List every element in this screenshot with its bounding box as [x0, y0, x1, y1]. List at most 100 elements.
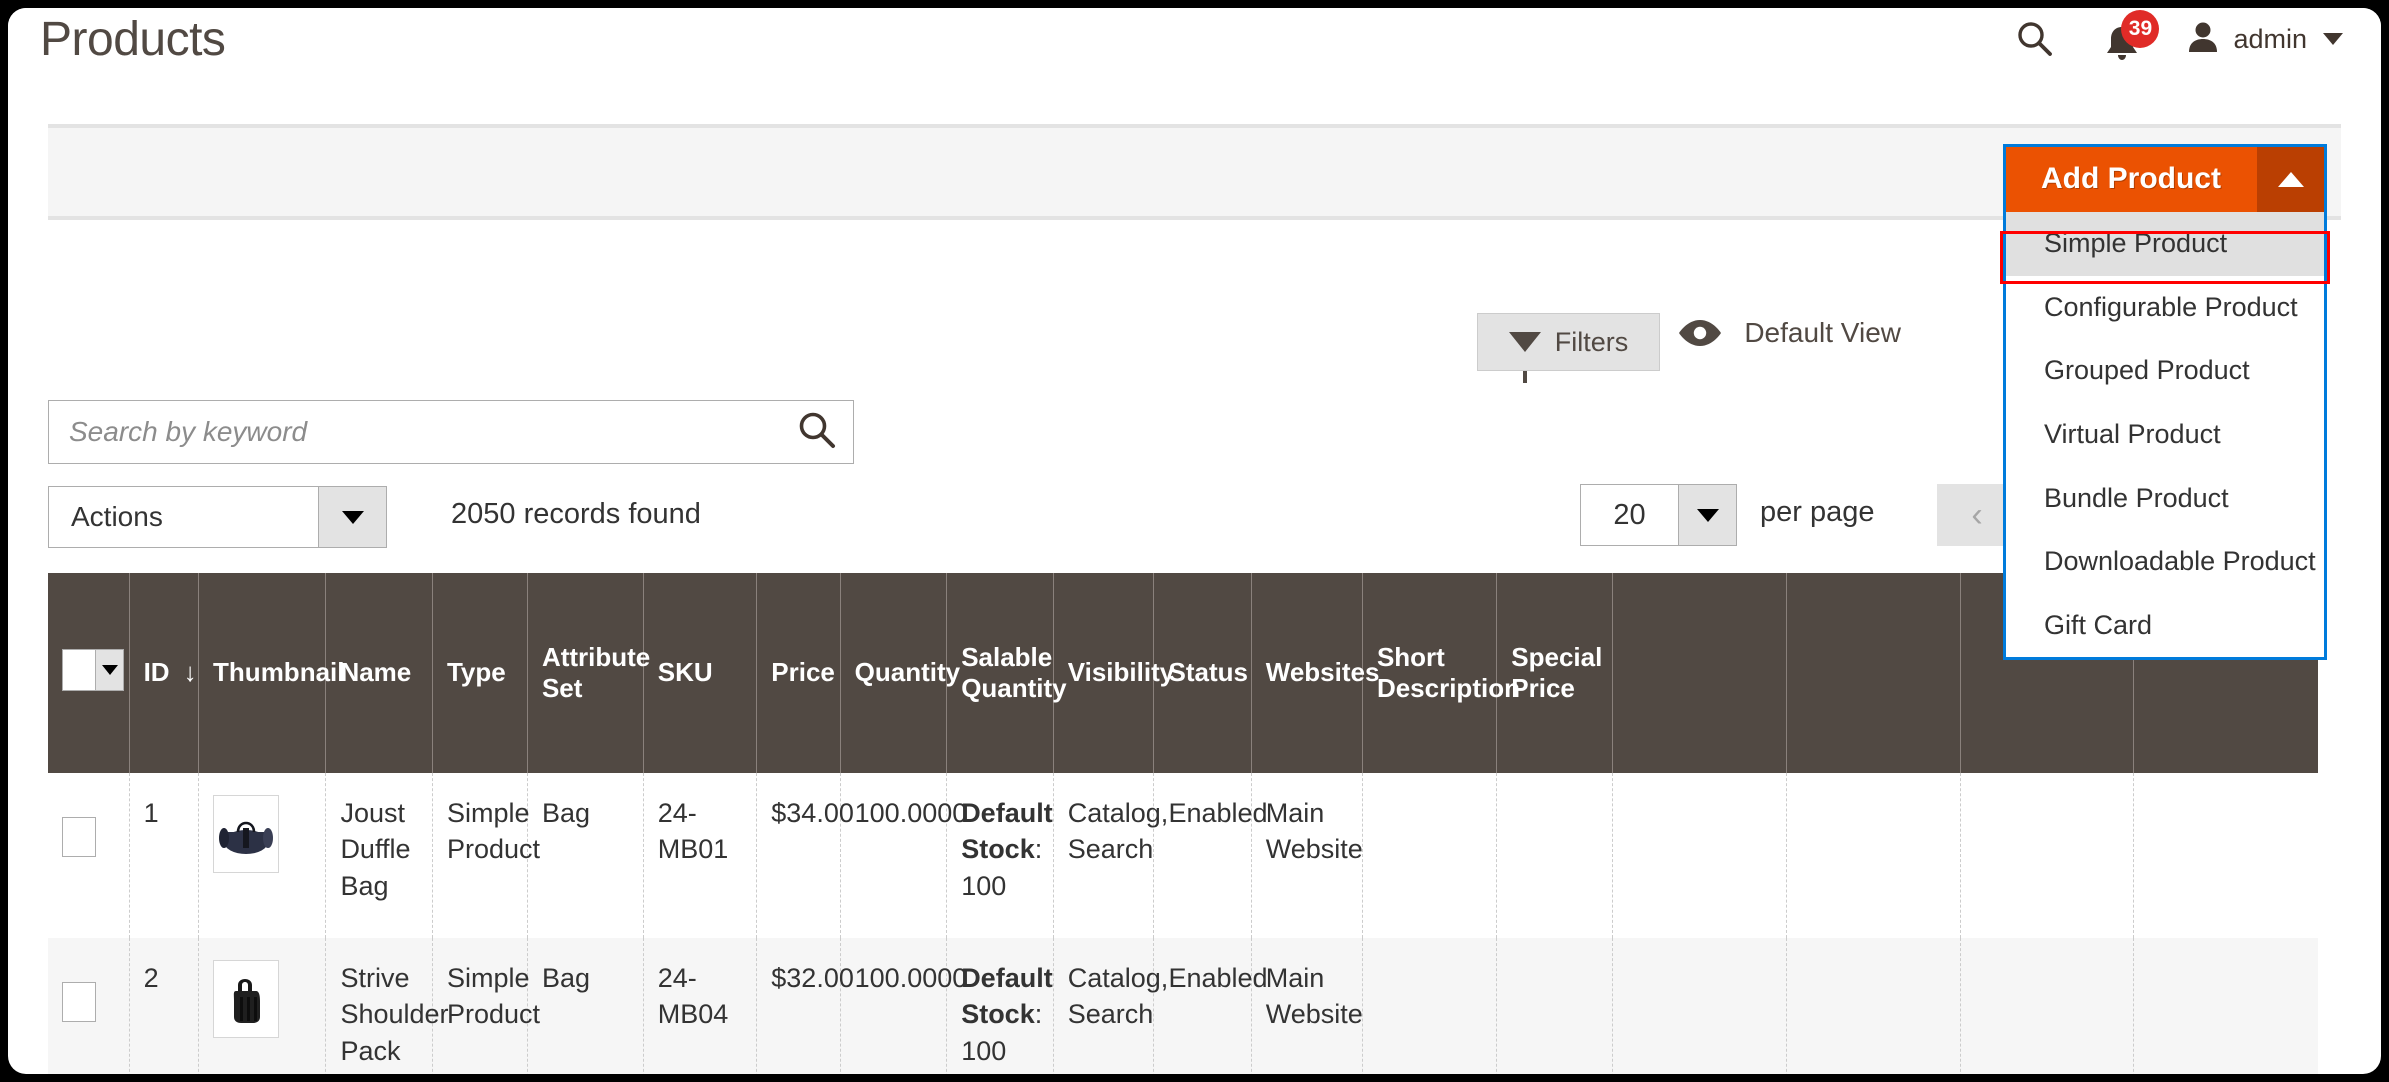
column-header-extra-1[interactable] — [1612, 573, 1787, 773]
view-bookmarks-control[interactable]: Default View — [1676, 317, 1901, 349]
cell-salable-quantity: Default Stock: 100 — [946, 938, 1054, 1074]
column-header-visibility[interactable]: Visibility — [1053, 573, 1174, 773]
filters-label: Filters — [1554, 326, 1629, 357]
salable-stock-value: 100 — [961, 1035, 1007, 1066]
global-search-button[interactable] — [1993, 10, 2077, 68]
eye-icon — [1676, 318, 1724, 348]
chevron-down-icon — [318, 487, 386, 547]
cell-quantity: 100.0000 — [840, 938, 967, 1074]
header-tools: 39 admin — [1993, 10, 2359, 68]
menu-item-grouped-product[interactable]: Grouped Product — [2006, 339, 2324, 403]
row-checkbox[interactable] — [62, 817, 96, 857]
cell-attribute-set: Bag — [527, 938, 644, 1074]
cell-sku: 24-MB01 — [643, 773, 758, 938]
cell-name: Strive Shoulder Pack — [325, 938, 449, 1074]
table-row[interactable]: 1 Joust Duffle Bag Simple Product Bag 24… — [48, 773, 2318, 938]
cell-visibility: Catalog, Search — [1053, 773, 1168, 938]
column-header-salable-quantity[interactable]: Salable Quantity — [946, 573, 1067, 773]
duffle-bag-thumbnail — [213, 795, 280, 873]
menu-item-gift-card[interactable]: Gift Card — [2006, 594, 2324, 658]
cell-extra-3 — [1960, 938, 2135, 1074]
grid-header: ID ↓ Thumbnail Name Type Attribute Set SK… — [48, 573, 2318, 773]
cell-name: Joust Duffle Bag — [325, 773, 433, 938]
funnel-icon — [1508, 332, 1541, 383]
menu-item-virtual-product[interactable]: Virtual Product — [2006, 403, 2324, 467]
cell-extra-3 — [1960, 773, 2135, 938]
column-header-thumbnail[interactable]: Thumbnail — [198, 573, 344, 773]
menu-item-downloadable-product[interactable]: Downloadable Product — [2006, 530, 2324, 594]
column-header-id[interactable]: ID ↓ — [129, 573, 200, 773]
cell-sku: 24-MB04 — [643, 938, 758, 1074]
chevron-down-icon — [2323, 33, 2343, 45]
table-row[interactable]: 2 Strive Shoulder Pack Simple Product Ba… — [48, 938, 2318, 1074]
cell-extra-2 — [1786, 938, 1961, 1074]
notifications-button[interactable]: 39 — [2077, 10, 2167, 68]
grid-controls-row: Filters Default View — [48, 313, 2341, 383]
search-input[interactable] — [49, 416, 781, 448]
column-header-extra-2[interactable] — [1786, 573, 1961, 773]
cell-websites: Main Website — [1251, 938, 1363, 1074]
cell-extra-2 — [1786, 773, 1961, 938]
actions-dropdown[interactable]: Actions — [48, 486, 387, 548]
chevron-down-icon — [1678, 485, 1736, 545]
cell-thumbnail — [198, 773, 327, 938]
cell-price: $32.00 — [756, 938, 854, 1074]
bell-icon: 39 — [2099, 10, 2160, 62]
add-product-button[interactable]: Add Product — [2005, 146, 2257, 212]
per-page-label: per page — [1760, 496, 1875, 528]
user-avatar-icon — [2185, 19, 2221, 60]
column-label-id: ID — [143, 657, 170, 688]
cell-price: $34.00 — [756, 773, 854, 938]
cell-extra-4 — [2134, 773, 2318, 938]
menu-item-configurable-product[interactable]: Configurable Product — [2006, 276, 2324, 340]
page-title: Products — [40, 13, 226, 66]
cell-extra-4 — [2133, 938, 2318, 1074]
column-header-price[interactable]: Price — [756, 573, 841, 773]
column-header-special-price[interactable]: Special Price — [1496, 573, 1614, 773]
column-header-select[interactable] — [48, 573, 130, 773]
search-icon — [796, 409, 838, 456]
notifications-badge: 39 — [2121, 10, 2160, 48]
menu-item-simple-product[interactable]: Simple Product — [2006, 212, 2324, 276]
menu-item-bundle-product[interactable]: Bundle Product — [2006, 467, 2324, 531]
row-select-cell — [48, 938, 130, 1074]
cell-id: 1 — [129, 773, 200, 938]
column-header-quantity[interactable]: Quantity — [840, 573, 960, 773]
cell-attribute-set: Bag — [527, 773, 644, 938]
grid-top-separator — [48, 566, 2318, 573]
cell-quantity: 100.0000 — [840, 773, 967, 938]
column-header-short-description[interactable]: Short Description — [1362, 573, 1520, 773]
cell-short-description — [1362, 773, 1498, 938]
grid-header-row: ID ↓ Thumbnail Name Type Attribute Set SK… — [48, 573, 2318, 773]
grid-body: 1 Joust Duffle Bag Simple Product Bag 24… — [48, 773, 2318, 1074]
salable-stock-value: 100 — [961, 870, 1007, 901]
column-header-attribute-set[interactable]: Attribute Set — [527, 573, 650, 773]
cell-thumbnail — [198, 938, 327, 1074]
add-product-menu: Simple Product Configurable Product Grou… — [2005, 212, 2325, 659]
browser-page-frame: Products 39 admin Filters Default View S… — [8, 8, 2381, 1074]
search-icon — [2015, 19, 2055, 59]
cell-status: Enabled — [1153, 938, 1268, 1074]
column-header-sku[interactable]: SKU — [643, 573, 758, 773]
records-found-label: 2050 records found — [451, 498, 701, 530]
cell-salable-quantity: Default Stock: 100 — [946, 773, 1054, 938]
column-header-status[interactable]: Status — [1153, 573, 1252, 773]
shoulder-pack-thumbnail — [213, 960, 280, 1038]
search-submit-button[interactable] — [781, 401, 853, 463]
filters-button[interactable]: Filters — [1477, 313, 1660, 383]
row-select-cell — [48, 773, 130, 938]
admin-header: Products 39 admin — [8, 8, 2381, 86]
cell-short-description — [1362, 938, 1498, 1074]
column-header-name[interactable]: Name — [325, 573, 433, 773]
cell-status: Enabled — [1153, 773, 1268, 938]
checkbox-dropdown-icon[interactable] — [62, 648, 124, 691]
view-label: Default View — [1744, 317, 1901, 348]
add-product-toggle-button[interactable] — [2257, 146, 2325, 212]
column-header-type[interactable]: Type — [432, 573, 528, 773]
cell-id: 2 — [129, 938, 200, 1074]
row-checkbox[interactable] — [62, 982, 96, 1022]
user-menu-button[interactable]: admin — [2167, 19, 2359, 60]
add-product-split-button[interactable]: Add Product — [2005, 146, 2325, 212]
per-page-dropdown[interactable]: 20 — [1580, 484, 1737, 546]
column-header-websites[interactable]: Websites — [1251, 573, 1379, 773]
